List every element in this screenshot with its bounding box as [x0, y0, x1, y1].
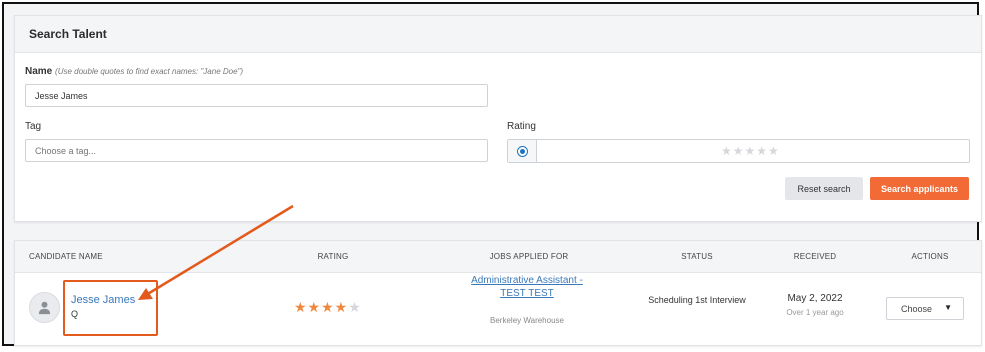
annotation-arrow	[138, 204, 294, 300]
